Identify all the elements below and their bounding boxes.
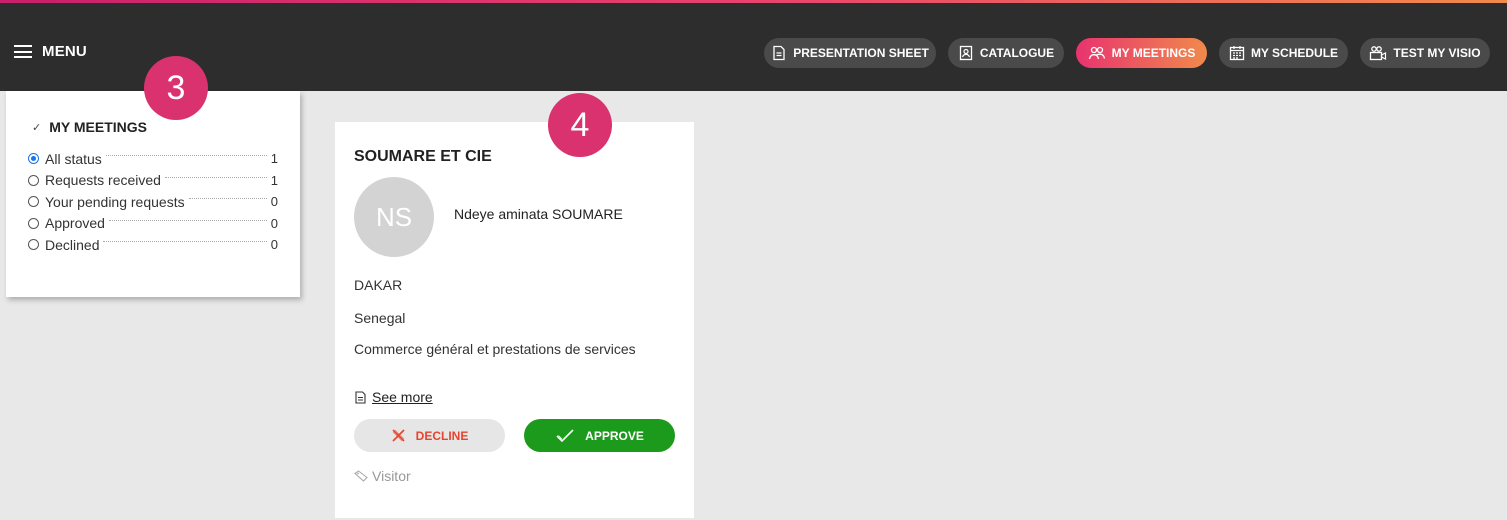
avatar: NS [354, 177, 434, 257]
document-icon [355, 390, 366, 404]
filter-title: MY MEETINGS [49, 119, 147, 135]
filter-option-label: Approved [45, 215, 105, 232]
decline-label: DECLINE [415, 428, 469, 443]
status-filter-list: All status 1 Requests received 1 Your pe… [28, 148, 278, 256]
document-icon [773, 45, 785, 61]
filter-option-count: 0 [270, 194, 278, 210]
calendar-icon [1229, 46, 1245, 61]
checkmark-icon: ✓ [32, 121, 42, 134]
filter-option-all-status[interactable]: All status 1 [28, 148, 278, 170]
approve-button[interactable]: APPROVE [524, 419, 675, 452]
nav-label: TEST MY VISIO [1393, 46, 1481, 60]
city: DAKAR [354, 277, 403, 293]
nav-test-my-visio-button[interactable]: TEST MY VISIO [1360, 38, 1490, 68]
filter-option-count: 0 [270, 215, 278, 231]
business-activity: Commerce général et prestations de servi… [354, 341, 636, 357]
nav-catalogue-button[interactable]: CATALOGUE [948, 38, 1064, 68]
see-more-link[interactable]: See more [354, 389, 433, 405]
see-more-label: See more [372, 389, 433, 405]
filter-option-label: All status [45, 150, 102, 167]
filter-option-label: Declined [45, 236, 100, 253]
tag-icon [354, 470, 368, 482]
filter-option-count: 0 [270, 237, 278, 253]
radio-button[interactable] [28, 153, 39, 165]
nav-my-meetings-button[interactable]: MY MEETINGS [1076, 38, 1207, 68]
role-label: Visitor [372, 468, 411, 484]
nav-label: CATALOGUE [979, 46, 1055, 60]
nav-label: MY MEETINGS [1111, 46, 1196, 60]
nav-presentation-sheet-button[interactable]: PRESENTATION SHEET [764, 38, 936, 68]
dotted-leader [188, 198, 267, 200]
country: Senegal [354, 310, 406, 326]
nav-label: PRESENTATION SHEET [793, 46, 929, 60]
filter-option-approved[interactable]: Approved 0 [28, 213, 278, 235]
filter-option-label: Your pending requests [45, 193, 185, 210]
participant-role: Visitor [354, 468, 411, 484]
filter-option-your-pending-requests[interactable]: Your pending requests 0 [28, 191, 278, 213]
filter-panel-header[interactable]: ✓ MY MEETINGS [32, 119, 147, 135]
dotted-leader [103, 241, 267, 243]
top-navigation-bar: MENU PRESENTATION SHEET CATALOGUE MY MEE… [0, 3, 1507, 91]
contact-book-icon [959, 45, 973, 61]
filter-option-declined[interactable]: Declined 0 [28, 234, 278, 256]
step-marker-4: 4 [548, 93, 612, 157]
people-icon [1088, 46, 1105, 60]
decline-button[interactable]: DECLINE [354, 419, 505, 452]
filter-option-requests-received[interactable]: Requests received 1 [28, 170, 278, 192]
filter-option-label: Requests received [45, 172, 161, 189]
checkmark-icon [556, 429, 574, 443]
step-marker-3: 3 [144, 56, 208, 120]
meeting-filter-panel: ✓ MY MEETINGS All status 1 Requests rece… [6, 91, 300, 297]
radio-button[interactable] [28, 239, 39, 251]
radio-button[interactable] [28, 174, 39, 186]
hamburger-icon [14, 45, 32, 58]
approve-label: APPROVE [585, 428, 644, 443]
dotted-leader [105, 155, 267, 157]
radio-button[interactable] [28, 196, 39, 208]
meeting-request-card: SOUMARE ET CIE NS Ndeye aminata SOUMARE … [335, 122, 694, 518]
filter-option-count: 1 [270, 172, 278, 188]
dotted-leader [108, 219, 267, 221]
radio-button[interactable] [28, 217, 39, 229]
nav-label: MY SCHEDULE [1250, 46, 1339, 60]
dotted-leader [164, 176, 267, 178]
company-name: SOUMARE ET CIE [354, 148, 492, 165]
close-icon [392, 429, 405, 442]
filter-option-count: 1 [270, 151, 278, 167]
contact-name: Ndeye aminata SOUMARE [454, 206, 623, 222]
nav-my-schedule-button[interactable]: MY SCHEDULE [1219, 38, 1348, 68]
video-people-icon [1370, 46, 1387, 61]
menu-button[interactable]: MENU [14, 43, 87, 60]
menu-label: MENU [42, 43, 87, 60]
